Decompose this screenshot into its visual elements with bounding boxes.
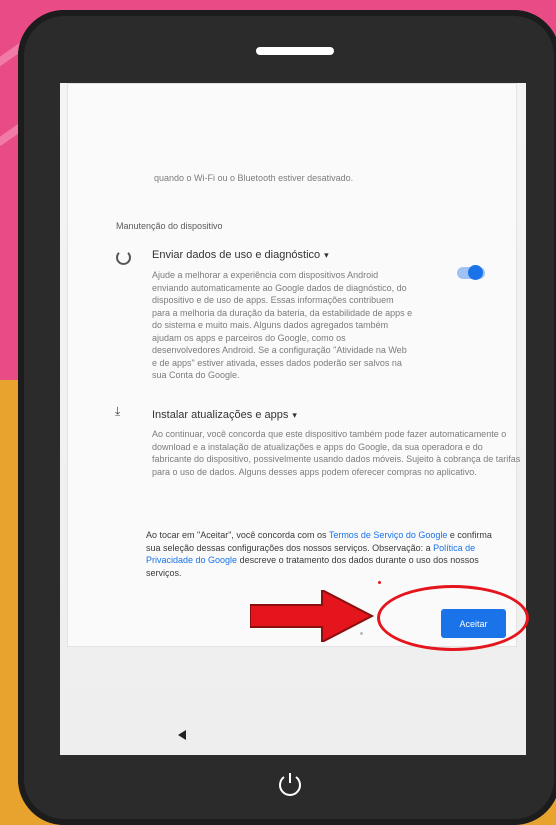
section-title: Manutenção do dispositivo: [116, 221, 223, 231]
chevron-down-icon[interactable]: ▾: [292, 410, 297, 420]
red-arrow-icon: [250, 590, 375, 642]
chevron-down-icon[interactable]: ▾: [324, 250, 329, 260]
usage-option-title[interactable]: Enviar dados de uso e diagnóstico ▾: [152, 249, 329, 262]
speaker-grille: [256, 47, 334, 55]
tablet-frame: quando o Wi-Fi ou o Bluetooth estiver de…: [18, 10, 556, 825]
power-icon[interactable]: [276, 770, 304, 798]
top-line-text: quando o Wi-Fi ou o Bluetooth estiver de…: [154, 173, 354, 183]
consent-text: Ao tocar em "Aceitar", você concorda com…: [146, 530, 492, 578]
usage-toggle-knob[interactable]: [468, 265, 483, 280]
usage-title-label: Enviar dados de uso e diagnóstico: [152, 249, 321, 261]
install-option-title[interactable]: Instalar atualizações e apps ▾: [152, 409, 297, 422]
terms-link[interactable]: Termos de Serviço do Google: [329, 530, 448, 540]
install-description: Ao continuar, você concorda que este dis…: [152, 429, 521, 477]
tablet-screen: quando o Wi-Fi ou o Bluetooth estiver de…: [60, 83, 526, 755]
back-nav-icon[interactable]: [178, 730, 186, 740]
circle-progress-icon: [116, 250, 131, 265]
install-title-label: Instalar atualizações e apps: [152, 409, 289, 421]
usage-description: Ajude a melhorar a experiência com dispo…: [152, 270, 413, 380]
red-dot: [378, 581, 381, 584]
setup-card: quando o Wi-Fi ou o Bluetooth estiver de…: [67, 83, 520, 647]
download-icon: ⤓: [115, 404, 121, 418]
highlight-ellipse: [377, 585, 529, 651]
